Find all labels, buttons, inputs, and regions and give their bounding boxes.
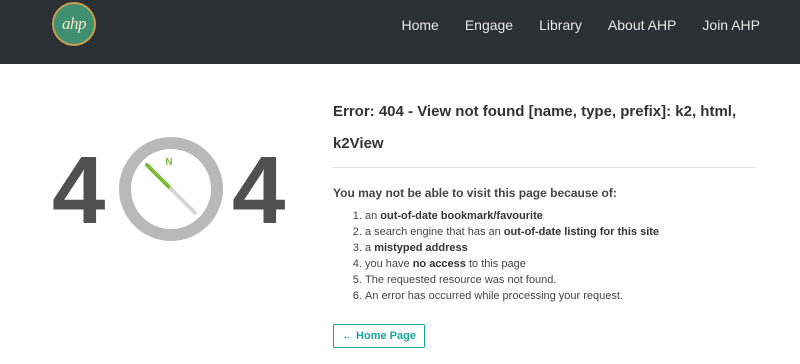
logo-text: ahp <box>62 14 87 33</box>
digit-four-right: 4 <box>232 137 286 244</box>
reason-item: The requested resource was not found. <box>365 272 756 288</box>
divider <box>333 167 756 168</box>
reason-item: you have no access to this page <box>365 256 756 272</box>
reasons-intro: You may not be able to visit this page b… <box>333 186 617 200</box>
home-page-button[interactable]: ← Home Page <box>333 324 425 348</box>
top-navbar: ahp Home Engage Library About AHP Join A… <box>0 0 800 64</box>
error-content: Error: 404 - View not found [name, type,… <box>333 96 756 348</box>
compass-icon: N <box>119 137 223 241</box>
nav-join-ahp[interactable]: Join AHP <box>702 17 760 33</box>
nav-library[interactable]: Library <box>539 17 582 33</box>
compass-north-label: N <box>165 157 172 168</box>
nav-about-ahp[interactable]: About AHP <box>608 17 677 33</box>
nav-home[interactable]: Home <box>401 17 438 33</box>
ahp-logo[interactable]: ahp <box>52 2 96 46</box>
reason-item: an out-of-date bookmark/favourite <box>365 208 756 224</box>
digit-four-left: 4 <box>52 137 106 244</box>
reason-item: a mistyped address <box>365 240 756 256</box>
reasons-list: an out-of-date bookmark/favourite a sear… <box>333 208 756 304</box>
error-404-graphic: 4 N 4 <box>52 136 292 246</box>
nav-engage[interactable]: Engage <box>465 17 513 33</box>
reason-item: An error has occurred while processing y… <box>365 288 756 304</box>
main-nav: Home Engage Library About AHP Join AHP <box>401 17 760 33</box>
reason-item: a search engine that has an out-of-date … <box>365 224 756 240</box>
error-title: Error: 404 - View not found [name, type,… <box>333 103 737 152</box>
